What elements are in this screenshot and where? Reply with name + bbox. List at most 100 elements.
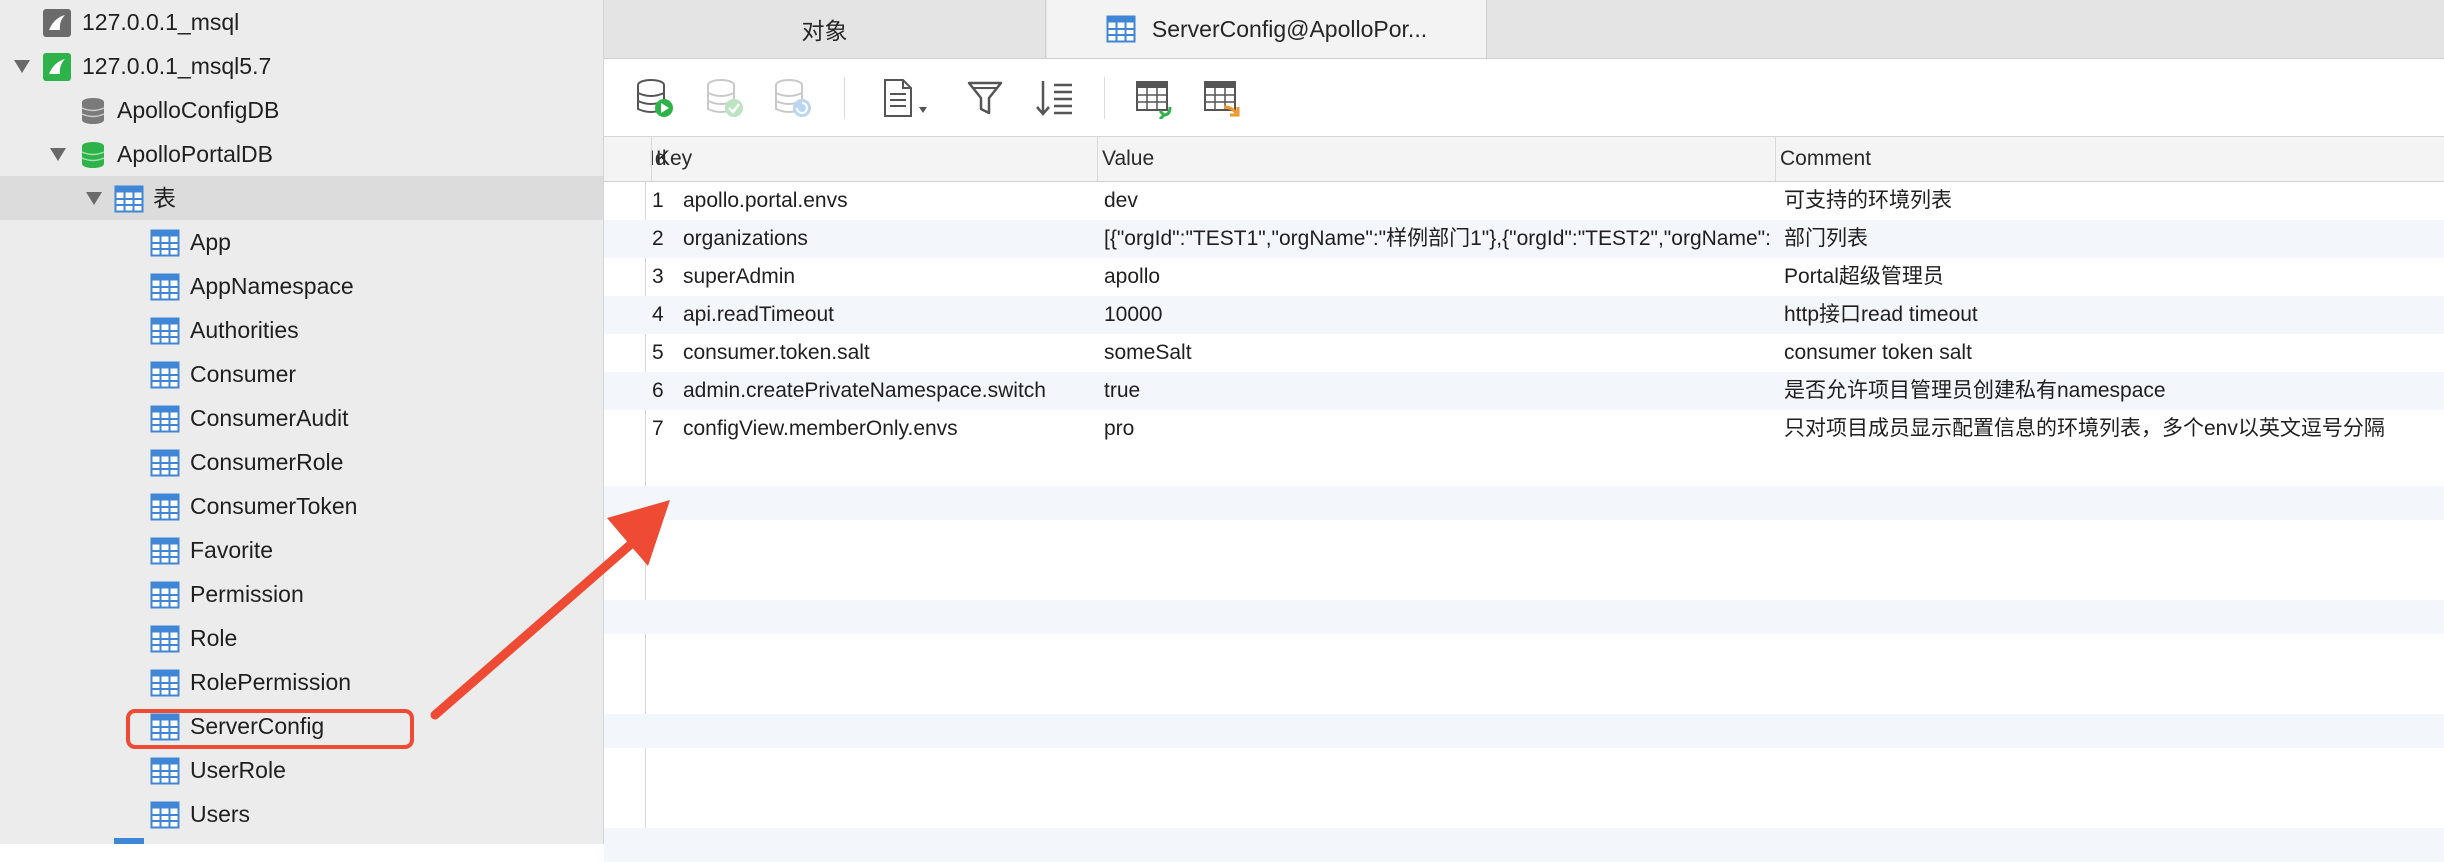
table-item-appnamespace[interactable]: AppNamespace [0, 264, 603, 308]
table-import-icon[interactable] [1134, 77, 1176, 119]
cell-key[interactable]: organizations [683, 220, 1093, 258]
table-icon [150, 669, 180, 697]
empty-row [604, 828, 2444, 862]
tab-bar: 对象 ServerConfig@ApolloPor... [604, 0, 2444, 59]
cell-value[interactable]: dev [1104, 182, 1769, 220]
table-label: Consumer [190, 361, 297, 387]
cell-comment[interactable]: 部门列表 [1784, 220, 2444, 258]
table-item-app[interactable]: App [0, 220, 603, 264]
cell-key[interactable]: admin.createPrivateNamespace.switch [683, 372, 1093, 410]
tables-folder-icon [114, 185, 144, 213]
cell-key[interactable]: superAdmin [683, 258, 1093, 296]
db-refresh-icon[interactable] [772, 77, 814, 119]
grid-header: Id Key Value Comment [604, 137, 2444, 182]
cell-comment[interactable]: http接口read timeout [1784, 296, 2444, 334]
table-row[interactable]: 6 admin.createPrivateNamespace.switch tr… [604, 372, 2444, 410]
table-item-users[interactable]: Users [0, 792, 603, 836]
table-label: Users [190, 801, 251, 827]
cell-comment[interactable]: 只对项目成员显示配置信息的环境列表，多个env以英文逗号分隔 [1784, 410, 2444, 448]
table-item-favorite[interactable]: Favorite [0, 528, 603, 572]
cell-value[interactable]: apollo [1104, 258, 1769, 296]
connection-item-msql[interactable]: 127.0.0.1_msql [0, 0, 603, 44]
expand-triangle-icon[interactable] [14, 60, 30, 73]
cell-key[interactable]: configView.memberOnly.envs [683, 410, 1093, 448]
table-item-permission[interactable]: Permission [0, 572, 603, 616]
navigator-sidebar: 127.0.0.1_msql 127.0.0.1_msql5.7 ApolloC… [0, 0, 604, 844]
cell-value[interactable]: someSalt [1104, 334, 1769, 372]
cell-comment[interactable]: consumer token salt [1784, 334, 2444, 372]
expand-triangle-icon[interactable] [86, 192, 102, 205]
cell-key[interactable]: api.readTimeout [683, 296, 1093, 334]
table-row[interactable]: 7 configView.memberOnly.envs pro 只对项目成员显… [604, 410, 2444, 448]
cell-id: 3 [652, 265, 664, 288]
cell-comment[interactable]: 可支持的环境列表 [1784, 182, 2444, 220]
table-icon [150, 405, 180, 433]
tables-folder-label: 表 [153, 185, 176, 211]
database-icon [81, 98, 105, 124]
document-icon[interactable] [879, 77, 935, 119]
table-label: Favorite [190, 537, 274, 563]
cell-comment[interactable]: Portal超级管理员 [1784, 258, 2444, 296]
table-label: ConsumerAudit [190, 405, 349, 431]
tables-folder[interactable]: 表 [0, 176, 603, 220]
sort-icon[interactable] [1034, 77, 1076, 119]
table-item-consumer[interactable]: Consumer [0, 352, 603, 396]
table-item-authorities[interactable]: Authorities [0, 308, 603, 352]
table-row[interactable]: 5 consumer.token.salt someSalt consumer … [604, 334, 2444, 372]
table-icon [150, 273, 180, 301]
cell-value[interactable]: true [1104, 372, 1769, 410]
cell-key[interactable]: apollo.portal.envs [683, 182, 1093, 220]
table-icon [150, 229, 180, 257]
table-item-role[interactable]: Role [0, 616, 603, 660]
table-row[interactable]: 3 superAdmin apollo Portal超级管理员 [604, 258, 2444, 296]
table-item-consumeraudit[interactable]: ConsumerAudit [0, 396, 603, 440]
cell-value[interactable]: 10000 [1104, 296, 1769, 334]
cell-key[interactable]: consumer.token.salt [683, 334, 1093, 372]
table-item-rolepermission[interactable]: RolePermission [0, 660, 603, 704]
cell-id: 1 [652, 189, 664, 212]
table-export-icon[interactable] [1202, 77, 1244, 119]
column-header-key[interactable]: Key [651, 137, 1075, 181]
table-row[interactable]: 2 organizations [{"orgId":"TEST1","orgNa… [604, 220, 2444, 258]
table-row[interactable]: 4 api.readTimeout 10000 http接口read timeo… [604, 296, 2444, 334]
table-icon [150, 625, 180, 653]
database-label: ApolloConfigDB [117, 97, 280, 123]
column-header-comment[interactable]: Comment [1775, 137, 2444, 181]
cell-value[interactable]: pro [1104, 410, 1769, 448]
tab-serverconfig[interactable]: ServerConfig@ApolloPor... [1047, 0, 1487, 58]
annotation-highlight-box [126, 709, 414, 749]
database-item-apolloportaldb[interactable]: ApolloPortalDB [0, 132, 603, 176]
table-label: UserRole [190, 757, 286, 783]
tab-label: ServerConfig@ApolloPor... [1151, 15, 1428, 42]
connection-label: 127.0.0.1_msql [82, 9, 240, 35]
table-row[interactable]: 1 apollo.portal.envs dev 可支持的环境列表 [604, 182, 2444, 220]
table-icon [150, 361, 180, 389]
table-item-consumerrole[interactable]: ConsumerRole [0, 440, 603, 484]
cell-comment[interactable]: 是否允许项目管理员创建私有namespace [1784, 372, 2444, 410]
cell-id: 7 [652, 417, 664, 440]
column-header-value[interactable]: Value [1097, 137, 1775, 181]
cell-value[interactable]: [{"orgId":"TEST1","orgName":"样例部门1"},{"o… [1104, 220, 1769, 258]
table-icon [150, 449, 180, 477]
table-label: ConsumerRole [190, 449, 344, 475]
toolbar [604, 59, 2444, 137]
table-label: Authorities [190, 317, 299, 343]
table-label: ConsumerToken [190, 493, 358, 519]
table-label: App [190, 229, 231, 255]
db-commit-icon[interactable] [704, 77, 746, 119]
table-item-userrole[interactable]: UserRole [0, 748, 603, 792]
tab-objects[interactable]: 对象 [604, 0, 1046, 58]
tab-label: 对象 [801, 18, 848, 44]
expand-triangle-icon[interactable] [50, 148, 66, 161]
table-label: Permission [190, 581, 304, 607]
cell-id: 6 [652, 379, 664, 402]
filter-icon[interactable] [964, 77, 1006, 119]
table-item-consumertoken[interactable]: ConsumerToken [0, 484, 603, 528]
table-icon [150, 537, 180, 565]
connection-label: 127.0.0.1_msql5.7 [82, 53, 272, 79]
database-label: ApolloPortalDB [117, 141, 273, 167]
db-run-icon[interactable] [634, 77, 676, 119]
database-item-apolloconfigdb[interactable]: ApolloConfigDB [0, 88, 603, 132]
table-icon [150, 493, 180, 521]
connection-item-msql57[interactable]: 127.0.0.1_msql5.7 [0, 44, 603, 88]
